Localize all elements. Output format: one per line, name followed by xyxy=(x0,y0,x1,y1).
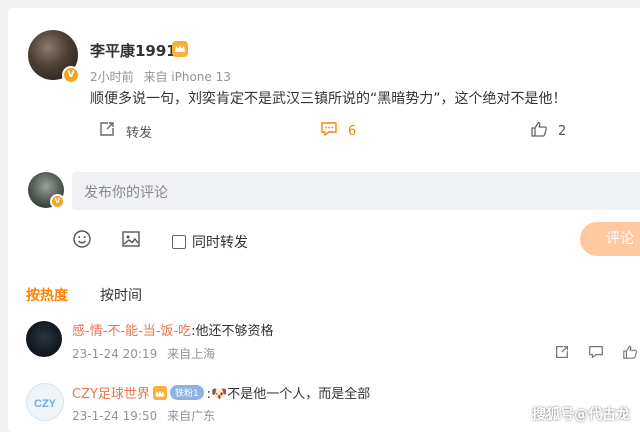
comment-reply-icon[interactable] xyxy=(588,344,604,364)
member-crown-icon xyxy=(152,385,167,400)
repost-label: 转发 xyxy=(126,125,153,141)
watermark: 搜狐号@代古龙 xyxy=(532,407,630,423)
comment-button[interactable]: 6 xyxy=(320,120,356,142)
repost-also-label: 同时转发 xyxy=(192,235,248,251)
repost-also-toggle[interactable]: 同时转发 xyxy=(172,232,248,252)
tab-sort-hot[interactable]: 按热度 xyxy=(26,285,68,305)
comment-date: 23-1-24 19:50 xyxy=(72,409,158,423)
verified-badge-icon: V xyxy=(62,66,80,84)
comment-text: :🐶不是他一个人，而是全部 xyxy=(206,387,371,402)
comment-avatar[interactable]: CZY xyxy=(26,383,64,421)
post-time[interactable]: 2小时前 xyxy=(90,70,134,84)
author-name[interactable]: 李平康1991 xyxy=(90,40,177,61)
comment-location: 来自上海 xyxy=(167,347,216,361)
comment-username[interactable]: 感-情-不-能-当-饭-吃 xyxy=(72,324,191,339)
emoji-icon[interactable] xyxy=(72,229,92,253)
post-card: V 李平康1991 2小时前 来自 iPhone 13 顺便多说一句，刘奕肯定不… xyxy=(8,8,640,432)
svg-text:CZY: CZY xyxy=(34,398,57,410)
like-count: 2 xyxy=(558,123,567,139)
comment-count: 6 xyxy=(348,123,357,139)
comment-item: 感-情-不-能-当-饭-吃:他还不够资格 xyxy=(72,320,274,339)
comment-date: 23-1-24 20:19 xyxy=(72,347,158,361)
verified-badge-icon: V xyxy=(50,194,65,209)
comment-avatar[interactable] xyxy=(26,321,62,357)
comment-location: 来自广东 xyxy=(167,409,216,423)
comment-repost-icon[interactable] xyxy=(554,344,570,364)
post-meta: 2小时前 来自 iPhone 13 xyxy=(90,68,231,85)
comment-meta: 23-1-24 20:19 来自上海 xyxy=(72,345,215,362)
tab-sort-time[interactable]: 按时间 xyxy=(100,285,142,305)
repost-icon xyxy=(98,120,116,142)
member-crown-icon[interactable] xyxy=(172,41,188,57)
comment-input-placeholder: 发布你的评论 xyxy=(84,185,168,201)
thumbs-up-icon xyxy=(530,120,548,142)
image-icon[interactable] xyxy=(121,229,141,253)
post-source: 来自 iPhone 13 xyxy=(143,70,231,84)
repost-button[interactable]: 转发 xyxy=(98,120,152,142)
like-button[interactable]: 2 xyxy=(530,120,566,142)
comment-input[interactable]: 发布你的评论 xyxy=(72,172,640,210)
submit-comment-button[interactable]: 评论 xyxy=(580,222,640,256)
comment-icon xyxy=(320,120,338,142)
comment-item: CZY足球世界 铁粉1 :🐶不是他一个人，而是全部 xyxy=(72,383,370,402)
post-content: 顺便多说一句，刘奕肯定不是武汉三镇所说的“黑暗势力”，这个绝对不是他！ xyxy=(90,91,567,107)
comment-text: :他还不够资格 xyxy=(191,324,274,339)
comment-meta: 23-1-24 19:50 来自广东 xyxy=(72,407,215,424)
repost-also-checkbox[interactable] xyxy=(172,235,186,249)
comment-like-icon[interactable] xyxy=(622,344,638,364)
comment-username[interactable]: CZY足球世界 xyxy=(72,383,150,402)
fan-badge: 铁粉1 xyxy=(169,385,204,400)
